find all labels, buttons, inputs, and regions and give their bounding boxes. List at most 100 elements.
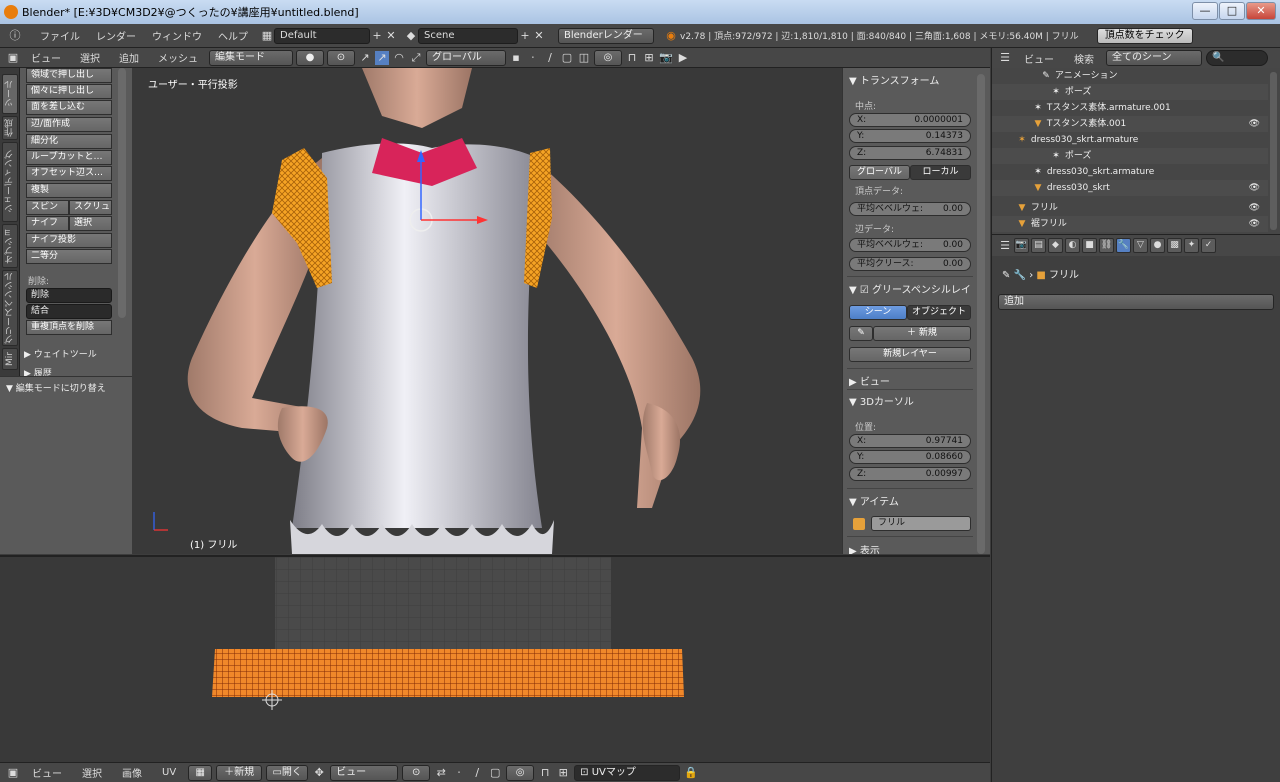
render-tab-icon[interactable]: 📷 [1014,238,1029,253]
item-panel-header[interactable]: ▼ アイテム [849,493,899,508]
viewport-3d[interactable]: ユーザー・平行投影 (1) フリル [132,68,842,554]
info-editor-icon[interactable]: ⓘ [8,29,22,43]
editor-type-icon[interactable]: ▣ [6,51,20,65]
spin-button[interactable]: スピン [26,200,69,215]
translate-icon[interactable]: ↗ [375,50,389,65]
gp-new-button[interactable]: ＋ 新規 [873,326,971,341]
maximize-button[interactable]: □ [1219,2,1245,20]
cursor-z-field[interactable]: Z: 0.00997 [849,467,971,481]
npanel-scrollbar[interactable] [977,74,985,554]
remove-layout-icon[interactable]: ✕ [384,29,398,43]
operator-panel-header[interactable]: ▼ 編集モードに切り替え [6,381,106,394]
tab-tools[interactable]: ツール [2,74,18,114]
scale-icon[interactable]: ⤢ [409,51,423,65]
outliner-menu-search[interactable]: 検索 [1074,51,1094,66]
editor-type-icon[interactable]: ☰ [998,51,1012,65]
menu-window[interactable]: ウィンドウ [152,28,202,43]
uv-view-select[interactable]: ビュー [330,764,399,781]
screw-button[interactable]: スクリュ [69,200,112,215]
cursor-y-field[interactable]: Y: 0.08660 [849,450,971,464]
world-tab-icon[interactable]: ◐ [1065,238,1080,253]
offset-edge-button[interactable]: オフセット辺ス… [26,166,112,181]
median-y-field[interactable]: Y: 0.14373 [849,129,971,143]
outliner-row[interactable]: ✎ アニメーション [992,68,1268,84]
scene-field[interactable]: Scene [418,27,518,44]
layer-icon[interactable]: ▪ [509,51,523,65]
tab-shading[interactable]: シェーディング [2,142,18,222]
uv-menu-select[interactable]: 選択 [82,765,102,780]
visibility-eye-icon[interactable]: 👁 [1249,180,1260,196]
mode-select[interactable]: 編集モード [209,49,293,66]
vertex-bevel-weight-field[interactable]: 平均ベベルウェ: 0.00 [849,202,971,216]
visibility-eye-icon[interactable]: 👁 [1249,216,1260,232]
add-scene-icon[interactable]: + [518,29,532,43]
menu-help[interactable]: ヘルプ [218,28,248,43]
scene-icon[interactable]: ◆ [404,29,418,43]
menu-view[interactable]: ビュー [31,50,61,65]
pin-icon[interactable]: ✎ [1002,270,1010,281]
editor-type-icon[interactable]: ☰ [998,239,1012,253]
sync-select-icon[interactable]: ⇄ [434,766,448,780]
inset-faces-button[interactable]: 面を差し込む [26,100,112,115]
uv-face-select-icon[interactable]: ▢ [488,766,502,780]
edge-select-icon[interactable]: ∕ [543,51,557,65]
remove-doubles-button[interactable]: 重複頂点を削除 [26,320,112,335]
uv-menu-uv[interactable]: UV [162,767,176,778]
pivot-select[interactable]: ⊙ [327,49,355,66]
3d-cursor-panel-header[interactable]: ▼ 3Dカーソル [849,393,914,408]
view-panel-header[interactable]: ▶ ビュー [849,373,890,388]
uv-edge-select-icon[interactable]: ∕ [470,766,484,780]
outliner-row[interactable]: ✶ dress030_skrt.armature [992,132,1268,148]
rotate-icon[interactable]: ◠ [392,51,406,65]
global-toggle[interactable]: グローバル [849,165,910,180]
modifiers-tab-icon[interactable]: 🔧 [1116,238,1131,253]
transform-panel-header[interactable]: ▼ トランスフォーム [849,72,939,87]
uv-map-select[interactable]: ⊡ UVマップ [574,764,681,781]
occlude-icon[interactable]: ◫ [577,51,591,65]
uv-image-editor[interactable] [0,555,990,762]
close-button[interactable]: ✕ [1246,2,1276,20]
outliner-row[interactable]: ▼ dress030_skrt 👁 [992,180,1268,196]
menu-add[interactable]: 追加 [119,50,139,65]
proportional-select[interactable]: ◎ [594,49,622,66]
knife-select-button[interactable]: 選択 [69,216,112,231]
screen-layout-icon[interactable]: ▦ [260,29,274,43]
gp-object-toggle[interactable]: オブジェクト [907,305,971,320]
scene-tab-icon[interactable]: ◆ [1048,238,1063,253]
uv-menu-view[interactable]: ビュー [32,765,62,780]
render-anim-icon[interactable]: ▶ [676,51,690,65]
outliner-row[interactable]: ▼ Tスタンス素体.001 👁 [992,116,1268,132]
new-layer-button[interactable]: 新規レイヤー [849,347,971,362]
bisect-button[interactable]: 二等分 [26,249,112,264]
snap-element-icon[interactable]: ⊞ [556,766,570,780]
menu-render[interactable]: レンダー [96,28,136,43]
grease-pencil-panel-header[interactable]: ▼ ☑ グリースペンシルレイ [849,281,971,296]
vertex-check-button[interactable]: 頂点数をチェック [1096,27,1193,44]
texture-tab-icon[interactable]: ▩ [1167,238,1182,253]
manipulator-icon[interactable]: ↗ [358,51,372,65]
gp-datablock-icon[interactable]: ✎ [849,326,873,341]
menu-file[interactable]: ファイル [40,28,80,43]
face-select-icon[interactable]: ▢ [560,51,574,65]
particles-tab-icon[interactable]: ✦ [1184,238,1199,253]
cursor-x-field[interactable]: X: 0.97741 [849,434,971,448]
crease-field[interactable]: 平均クリース: 0.00 [849,257,971,271]
material-tab-icon[interactable]: ● [1150,238,1165,253]
render-still-icon[interactable]: 📷 [659,51,673,65]
display-panel-header[interactable]: ▶ 表示 [849,542,880,554]
median-z-field[interactable]: Z: 6.74831 [849,146,971,160]
data-tab-icon[interactable]: ▽ [1133,238,1148,253]
render-engine-select[interactable]: Blenderレンダー [558,27,654,44]
pivot-select[interactable]: ⊙ [402,764,431,781]
edge-bevel-weight-field[interactable]: 平均ベベルウェ: 0.00 [849,238,971,252]
outliner-row[interactable]: ✶ ポーズ [992,84,1268,100]
loopcut-button[interactable]: ループカットと… [26,150,112,165]
make-edge-face-button[interactable]: 辺/面作成 [26,117,112,132]
median-x-field[interactable]: X: 0.0000001 [849,113,971,127]
object-name-field[interactable]: フリル [871,516,971,531]
uv-menu-image[interactable]: 画像 [122,765,142,780]
outliner-row[interactable]: ✶ Tスタンス素体.armature.001 [992,100,1268,116]
dissolve-dropdown[interactable]: 結合 [26,304,112,319]
proportional-select[interactable]: ◎ [506,764,535,781]
vertex-select-icon[interactable]: ⋅ [526,51,540,65]
